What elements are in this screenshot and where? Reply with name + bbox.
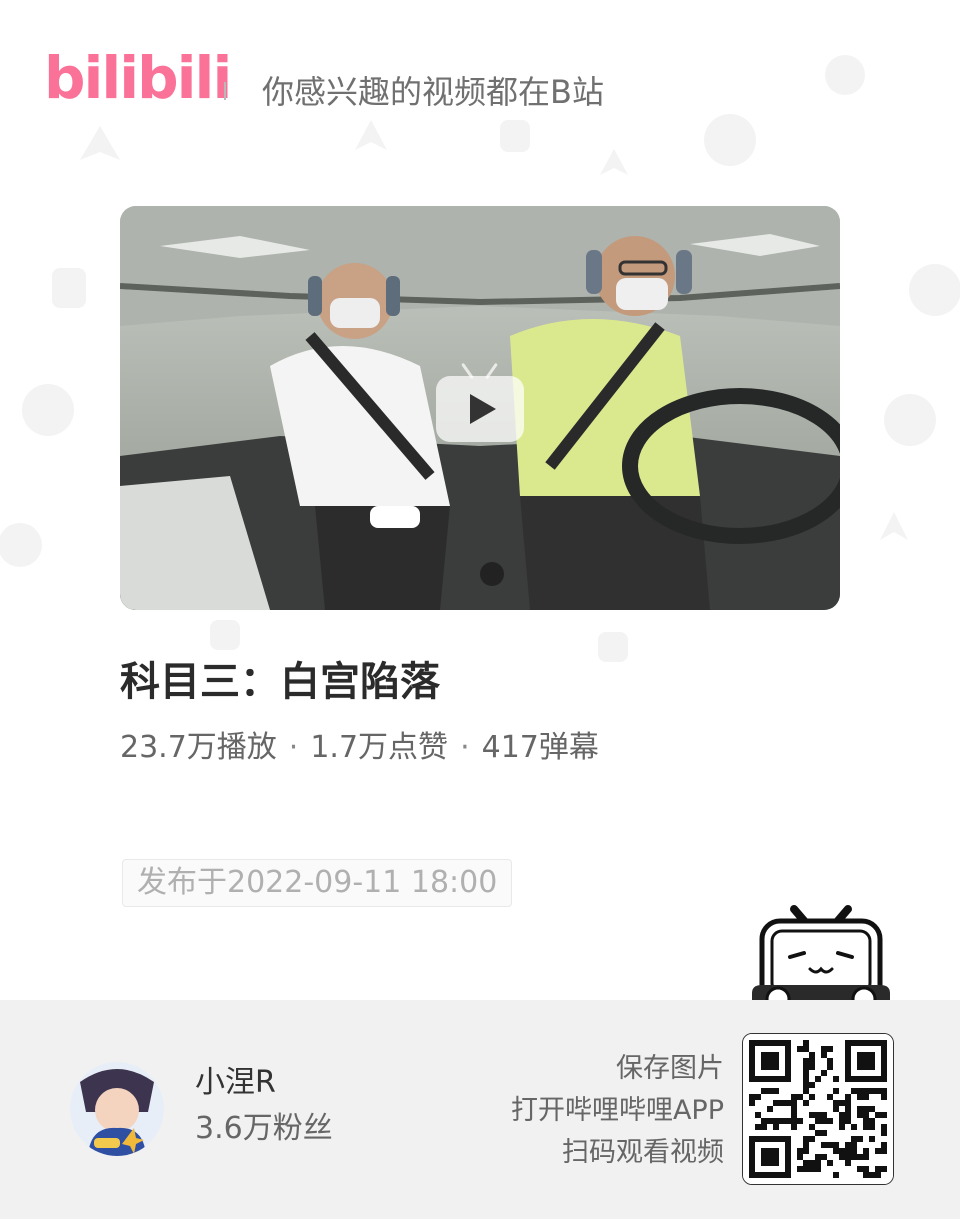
uploader-avatar[interactable] [70,1062,164,1156]
video-stats: 23.7万播放 · 1.7万点赞 · 417弹幕 [120,726,599,770]
play-button[interactable] [436,362,524,442]
stats-separator: · [460,730,470,765]
bilibili-tv-mascot-icon [752,905,890,1012]
publish-date: 发布于2022-09-11 18:00 [122,859,513,907]
like-count: 1.7万点赞 [310,730,449,765]
danmaku-count: 417弹幕 [481,730,599,765]
header-divider [224,82,226,100]
header: bilibili 你感兴趣的视频都在B站 [44,40,924,140]
header-tagline: 你感兴趣的视频都在B站 [262,73,604,111]
stats-separator: · [288,730,299,765]
cta-scan-to-watch: 扫码观看视频 [562,1137,724,1168]
play-icon [470,394,496,424]
qr-code[interactable] [742,1033,894,1185]
uploader-name[interactable]: 小涅R [195,1062,276,1104]
cta-save-image: 保存图片 [616,1053,724,1084]
uploader-fans: 3.6万粉丝 [195,1111,333,1146]
video-title: 科目三：白宫陷落 [120,659,440,705]
qr-code-icon [743,1034,893,1184]
video-cover[interactable] [120,206,840,610]
footer: 小涅R 3.6万粉丝 保存图片 打开哔哩哔哩APP 扫码观看视频 [0,1000,960,1219]
scan-instructions: 保存图片 打开哔哩哔哩APP 扫码观看视频 [511,1048,724,1174]
bilibili-logo: bilibili [44,44,232,112]
avatar-image [70,1062,164,1156]
play-count: 23.7万播放 [120,730,277,765]
cta-open-app: 打开哔哩哔哩APP [510,1095,724,1126]
